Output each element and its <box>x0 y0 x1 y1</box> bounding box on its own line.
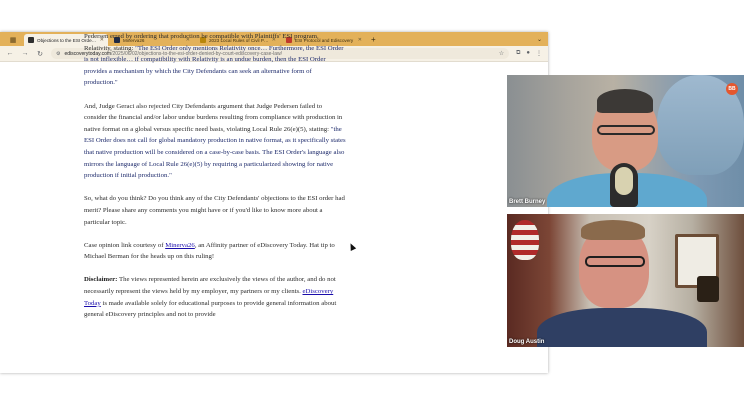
site-info-icon[interactable]: ⚙ <box>56 51 60 57</box>
minerva26-link[interactable]: Minerva26 <box>165 242 195 249</box>
profile-icon[interactable]: ● <box>526 50 530 57</box>
forward-arrow-icon[interactable]: → <box>21 50 29 57</box>
chevron-down-icon[interactable]: ⌄ <box>537 36 542 43</box>
paragraph-disclaimer: Disclaimer: The views represented herein… <box>84 274 346 320</box>
new-tab-button[interactable]: + <box>371 35 376 44</box>
paragraph-question: So, what do you think? Do you think any … <box>84 195 345 226</box>
person-body <box>537 308 707 347</box>
shield-plaque-icon <box>697 276 719 302</box>
menu-icon[interactable]: ⋮ <box>536 50 542 57</box>
person-hair <box>597 89 653 113</box>
participant-name: Doug Austin <box>509 339 545 345</box>
glasses-icon <box>597 125 655 135</box>
reload-icon[interactable]: ↻ <box>36 50 44 58</box>
back-arrow-icon[interactable]: ← <box>6 50 14 57</box>
glasses-icon <box>585 256 645 267</box>
participant-name: Brett Burney <box>509 199 546 205</box>
video-tile-doug: Doug Austin <box>507 214 744 347</box>
quote-text: "the ESI Order does not call for global … <box>84 125 346 180</box>
flag-background <box>511 220 539 260</box>
extensions-icon[interactable]: ⧉ <box>516 50 520 57</box>
close-icon[interactable]: ✕ <box>358 37 362 43</box>
paragraph-attribution: Case opinion link courtesy of Minerva26,… <box>84 240 346 263</box>
paragraph-text: The views represented herein are exclusi… <box>84 276 336 296</box>
disclaimer-label: Disclaimer: <box>84 276 118 284</box>
video-tile-brett: BB Brett Burney <box>507 75 744 207</box>
person-hair <box>581 220 645 240</box>
microphone-foam <box>615 167 633 195</box>
paragraph-text: Case opinion link courtesy of <box>84 241 166 249</box>
paragraph-text: And, Judge Geraci also rejected City Def… <box>84 102 343 133</box>
tab-search-icon[interactable]: ▦ <box>4 34 22 46</box>
paragraph-text: is made available solely for educational… <box>84 299 337 319</box>
participant-badge: BB <box>726 83 738 95</box>
favicon-icon <box>28 37 34 43</box>
paragraph-undue-burden: And, Judge Geraci also rejected City Def… <box>84 101 346 182</box>
article-body: Pedersen erred by ordering that producti… <box>84 31 346 332</box>
paragraph-relativity: Pedersen erred by ordering that producti… <box>84 31 346 89</box>
bookmark-star-icon[interactable]: ☆ <box>499 50 504 57</box>
